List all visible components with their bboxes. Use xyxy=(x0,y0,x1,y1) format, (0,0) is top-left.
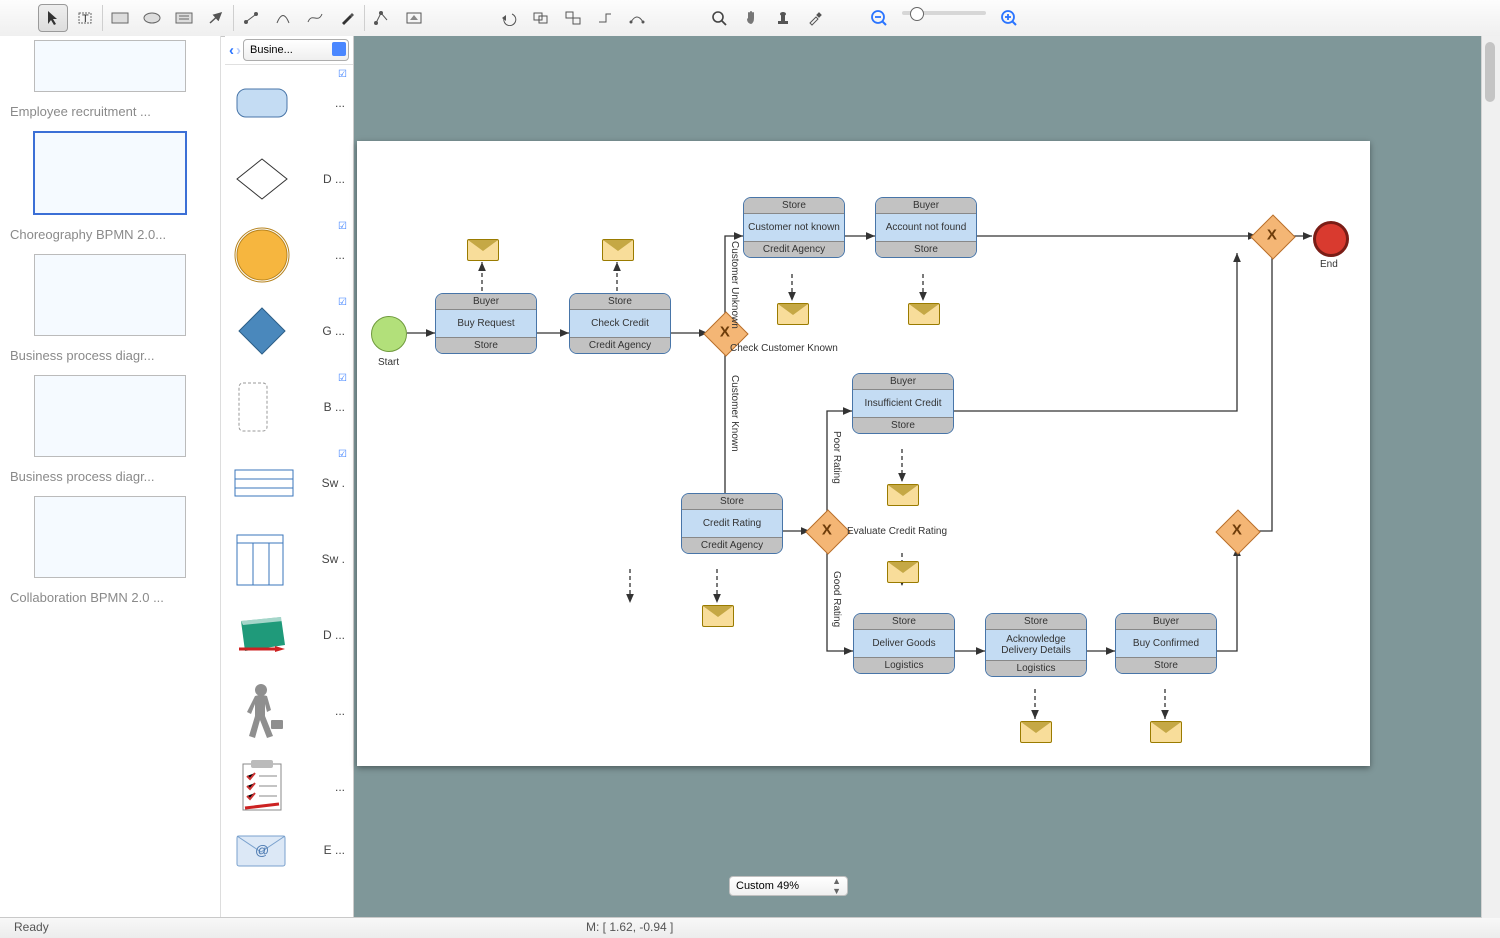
gateway-label: Check Customer Known xyxy=(730,343,838,354)
page-thumb[interactable] xyxy=(34,375,186,457)
start-event[interactable] xyxy=(371,316,407,352)
rect-tool[interactable] xyxy=(105,4,135,32)
task-insufficient-credit[interactable]: BuyerInsufficient CreditStore xyxy=(852,373,954,434)
status-mouse: M: [ 1.62, -0.94 ] xyxy=(586,920,673,934)
gateway-merge-right[interactable]: X xyxy=(1215,509,1260,554)
start-label: Start xyxy=(378,357,399,368)
gateway-evaluate-rating[interactable]: X xyxy=(805,509,850,554)
page-thumb[interactable] xyxy=(34,254,186,336)
shape-item[interactable]: ☑ G ... xyxy=(225,293,353,369)
insert-tool[interactable] xyxy=(399,4,429,32)
shape-item[interactable]: D ... xyxy=(225,597,353,673)
line-tool[interactable] xyxy=(201,4,231,32)
task-ack-delivery[interactable]: StoreAcknowledge Delivery DetailsLogisti… xyxy=(985,613,1087,677)
undo-icon[interactable] xyxy=(494,4,524,32)
svg-text:T: T xyxy=(82,13,89,25)
message-icon[interactable] xyxy=(702,605,734,627)
edge-label: Poor Rating xyxy=(831,431,842,484)
pointer-tool[interactable] xyxy=(38,4,68,32)
page-thumb[interactable] xyxy=(34,496,186,578)
check-icon: ☑ xyxy=(338,297,347,308)
edge-label: Customer Known xyxy=(729,375,740,452)
task-buy-confirmed[interactable]: BuyerBuy ConfirmedStore xyxy=(1115,613,1217,674)
edge-label: Good Rating xyxy=(831,571,842,627)
connector-tool[interactable] xyxy=(236,4,266,32)
edge-label: Customer Unknown xyxy=(729,241,740,329)
shape-item[interactable]: ... xyxy=(225,673,353,749)
message-icon[interactable] xyxy=(887,484,919,506)
shape-library-select[interactable]: Busine... xyxy=(243,39,349,61)
task-credit-rating[interactable]: StoreCredit RatingCredit Agency xyxy=(681,493,783,554)
gateway-label: Evaluate Credit Rating xyxy=(847,526,947,537)
task-deliver-goods[interactable]: StoreDeliver GoodsLogistics xyxy=(853,613,955,674)
textbox-tool[interactable] xyxy=(169,4,199,32)
message-icon[interactable] xyxy=(1020,721,1052,743)
end-event[interactable] xyxy=(1313,221,1349,257)
zoom-select[interactable]: Custom 49%▲▼ xyxy=(729,876,848,896)
check-icon: ☑ xyxy=(338,221,347,232)
drawing-page[interactable]: Start BuyerBuy RequestStore StoreCheck C… xyxy=(357,141,1370,766)
canvas-area[interactable]: Start BuyerBuy RequestStore StoreCheck C… xyxy=(354,36,1500,918)
message-icon[interactable] xyxy=(887,561,919,583)
shape-item[interactable]: D ... xyxy=(225,141,353,217)
zoom-tool-icon[interactable] xyxy=(704,4,734,32)
group-icon[interactable] xyxy=(526,4,556,32)
pan-tool-icon[interactable] xyxy=(736,4,766,32)
check-icon: ☑ xyxy=(338,449,347,460)
zoom-slider[interactable] xyxy=(902,11,986,15)
check-icon: ☑ xyxy=(338,69,347,80)
zoom-out-icon[interactable] xyxy=(864,4,894,32)
task-customer-not-known[interactable]: StoreCustomer not knownCredit Agency xyxy=(743,197,845,258)
check-icon: ☑ xyxy=(338,373,347,384)
end-label: End xyxy=(1320,259,1338,270)
route-icon[interactable] xyxy=(622,4,652,32)
shape-item[interactable]: @ E ... xyxy=(225,825,353,875)
gateway-merge-top[interactable]: X xyxy=(1250,214,1295,259)
curve-tool[interactable] xyxy=(268,4,298,32)
page-label: Choreography BPMN 2.0... xyxy=(10,227,210,242)
shape-item[interactable]: Sw . xyxy=(225,521,353,597)
svg-text:@: @ xyxy=(255,842,269,858)
message-icon[interactable] xyxy=(602,239,634,261)
eyedropper-icon[interactable] xyxy=(800,4,830,32)
page-label: Employee recruitment ... xyxy=(10,104,210,119)
status-ready: Ready xyxy=(14,920,49,934)
shape-item[interactable]: ☑ ... xyxy=(225,65,353,141)
stamp-tool-icon[interactable] xyxy=(768,4,798,32)
shapes-back-icon[interactable]: ‹ xyxy=(229,42,234,59)
task-buy-request[interactable]: BuyerBuy RequestStore xyxy=(435,293,537,354)
shapes-forward-icon[interactable]: › xyxy=(236,42,241,59)
zoom-in-icon[interactable] xyxy=(994,4,1024,32)
task-account-not-found[interactable]: BuyerAccount not foundStore xyxy=(875,197,977,258)
message-icon[interactable] xyxy=(908,303,940,325)
shape-item[interactable]: ... xyxy=(225,749,353,825)
task-check-credit[interactable]: StoreCheck CreditCredit Agency xyxy=(569,293,671,354)
spline-tool[interactable] xyxy=(300,4,330,32)
shape-item[interactable]: ☑ B ... xyxy=(225,369,353,445)
text-tool[interactable]: T xyxy=(70,4,100,32)
message-icon[interactable] xyxy=(777,303,809,325)
ungroup-icon[interactable] xyxy=(558,4,588,32)
vertical-scrollbar[interactable] xyxy=(1481,36,1500,918)
page-label: Collaboration BPMN 2.0 ... xyxy=(10,590,210,605)
status-bar: Ready M: [ 1.62, -0.94 ] xyxy=(0,917,1500,938)
edit-shape-tool[interactable] xyxy=(367,4,397,32)
page-thumb[interactable] xyxy=(33,131,187,215)
pen-tool[interactable] xyxy=(332,4,362,32)
shapes-panel: ‹ › Busine... ☑ ... D ... ☑ ... ☑ G ... … xyxy=(225,36,354,918)
page-thumb[interactable] xyxy=(34,40,186,92)
message-icon[interactable] xyxy=(1150,721,1182,743)
connect-icon[interactable] xyxy=(590,4,620,32)
message-icon[interactable] xyxy=(467,239,499,261)
shape-item[interactable]: ☑ Sw . xyxy=(225,445,353,521)
scrollbar-thumb[interactable] xyxy=(1485,42,1495,102)
top-toolbar: T xyxy=(0,0,1500,37)
pages-panel: Employee recruitment ... Choreography BP… xyxy=(0,36,221,918)
shape-item[interactable]: ☑ ... xyxy=(225,217,353,293)
page-label: Business process diagr... xyxy=(10,348,210,363)
ellipse-tool[interactable] xyxy=(137,4,167,32)
page-label: Business process diagr... xyxy=(10,469,210,484)
